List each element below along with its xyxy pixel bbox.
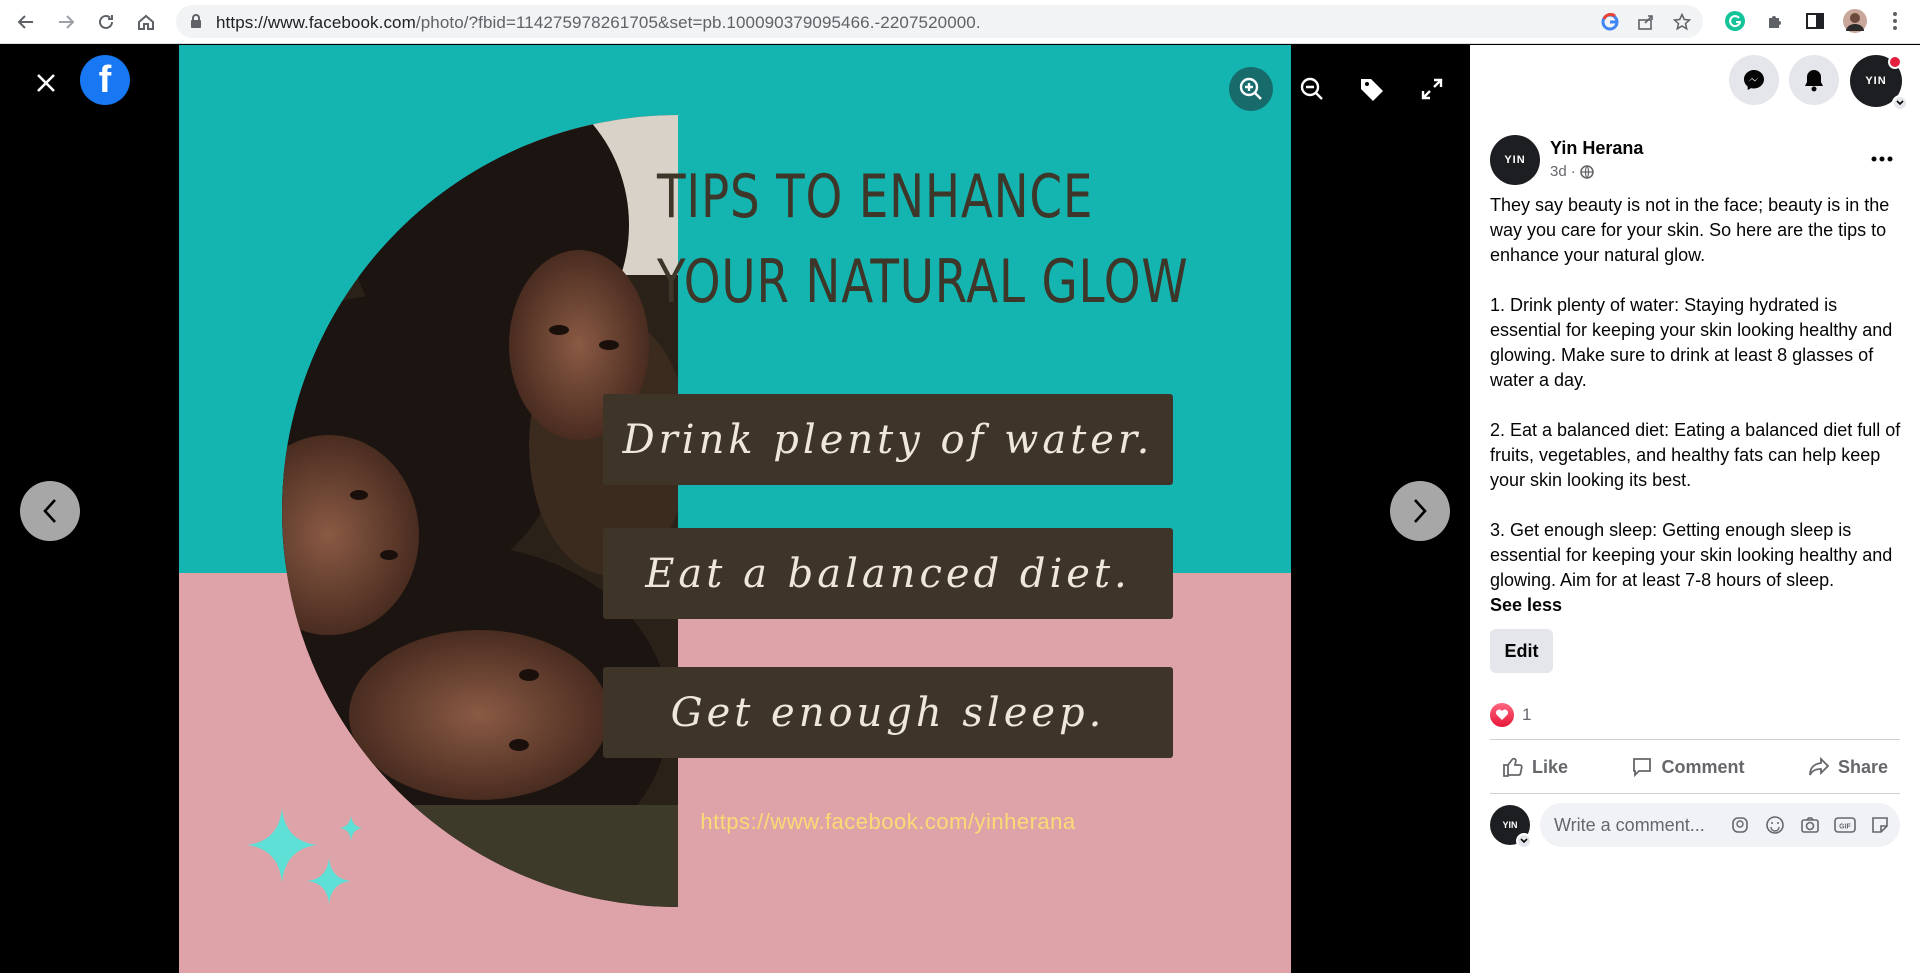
like-button[interactable]: Like bbox=[1490, 747, 1580, 787]
post-photo: TIPS TO ENHANCE YOUR NATURAL GLOW Drink … bbox=[179, 45, 1291, 973]
more-icon bbox=[1871, 156, 1893, 162]
comment-composer: YIN Write a comment... GIF bbox=[1490, 803, 1900, 851]
post-actions: Like Comment Share bbox=[1490, 742, 1900, 792]
address-bar[interactable]: https://www.facebook.com/photo/?fbid=114… bbox=[176, 5, 1703, 38]
comment-label: Comment bbox=[1661, 756, 1745, 777]
see-less-link[interactable]: See less bbox=[1490, 595, 1562, 616]
sticker-icon[interactable] bbox=[1868, 813, 1892, 837]
author-name[interactable]: Yin Herana bbox=[1550, 138, 1643, 159]
reaction-count: 1 bbox=[1522, 705, 1532, 724]
reload-icon[interactable] bbox=[92, 8, 120, 36]
portrait-image bbox=[282, 115, 678, 907]
tip-box-1: Drink plenty of water. bbox=[603, 394, 1173, 485]
meta-separator: · bbox=[1570, 163, 1576, 180]
chevron-left-icon bbox=[43, 499, 56, 523]
post-header: YIN Yin Herana 3d · bbox=[1490, 135, 1900, 191]
next-photo-button[interactable] bbox=[1390, 481, 1450, 541]
post-time[interactable]: 3d bbox=[1550, 163, 1567, 180]
gif-icon[interactable]: GIF bbox=[1833, 813, 1857, 837]
post-body: They say beauty is not in the face; beau… bbox=[1490, 193, 1905, 593]
edit-button[interactable]: Edit bbox=[1490, 629, 1553, 673]
headline-line-2: YOUR NATURAL GLOW bbox=[657, 247, 1189, 317]
share-button[interactable]: Share bbox=[1796, 747, 1900, 787]
messenger-icon bbox=[1744, 70, 1764, 90]
like-label: Like bbox=[1532, 756, 1569, 777]
camera-icon[interactable] bbox=[1798, 813, 1822, 837]
post-details-panel: YIN YIN Yin Herana 3d · They say beauty … bbox=[1470, 45, 1920, 973]
panel-top-bar: YIN bbox=[1470, 45, 1920, 115]
url-host: https://www.facebook.com bbox=[216, 13, 416, 32]
previous-photo-button[interactable] bbox=[20, 481, 80, 541]
forward-icon[interactable] bbox=[52, 8, 80, 36]
divider bbox=[1490, 793, 1900, 794]
close-icon[interactable] bbox=[26, 63, 66, 103]
share-icon bbox=[1809, 756, 1830, 776]
photo-link-text: https://www.facebook.com/yinherana bbox=[700, 809, 1076, 834]
chevron-down-icon[interactable] bbox=[1892, 95, 1908, 111]
comment-placeholder: Write a comment... bbox=[1554, 815, 1705, 835]
post-paragraph: 2. Eat a balanced diet: Eating a balance… bbox=[1490, 420, 1901, 490]
photo-viewer: f TIPS TO ENHANCE YOUR NATURAL GLOW Drin… bbox=[0, 45, 1470, 973]
globe-icon bbox=[1579, 164, 1594, 179]
back-icon[interactable] bbox=[12, 8, 40, 36]
share-page-icon[interactable] bbox=[1635, 11, 1657, 33]
sparkles-decoration bbox=[247, 808, 363, 904]
svg-text:GIF: GIF bbox=[1839, 824, 1851, 831]
comment-input[interactable]: Write a comment... GIF bbox=[1540, 803, 1900, 847]
zoom-out-icon[interactable] bbox=[1290, 67, 1334, 111]
grammarly-icon[interactable] bbox=[1722, 8, 1748, 34]
chevron-down-icon[interactable] bbox=[1516, 833, 1532, 849]
tip-box-2: Eat a balanced diet. bbox=[603, 528, 1173, 619]
chevron-right-icon bbox=[1414, 499, 1427, 523]
bookmark-star-icon[interactable] bbox=[1671, 11, 1693, 33]
tag-icon[interactable] bbox=[1350, 67, 1394, 111]
url-path: /photo/?fbid=114275978261705&set=pb.1000… bbox=[415, 13, 981, 32]
avatar-sticker-icon[interactable] bbox=[1728, 813, 1752, 837]
side-panel-icon[interactable] bbox=[1802, 8, 1828, 34]
post-paragraph: They say beauty is not in the face; beau… bbox=[1490, 195, 1890, 265]
tip-box-3: Get enough sleep. bbox=[603, 667, 1173, 758]
fullscreen-icon[interactable] bbox=[1410, 67, 1454, 111]
facebook-logo-icon[interactable]: f bbox=[80, 55, 130, 105]
zoom-in-icon[interactable] bbox=[1229, 67, 1273, 111]
author-avatar[interactable]: YIN bbox=[1490, 135, 1540, 185]
post-meta: 3d · bbox=[1550, 163, 1594, 180]
comment-button[interactable]: Comment bbox=[1619, 747, 1756, 787]
url-text[interactable]: https://www.facebook.com/photo/?fbid=114… bbox=[216, 13, 981, 33]
profile-avatar-icon[interactable] bbox=[1842, 8, 1868, 34]
share-label: Share bbox=[1837, 756, 1888, 777]
lock-icon bbox=[190, 14, 202, 33]
bell-icon bbox=[1805, 70, 1823, 92]
reactions-summary[interactable]: 1 bbox=[1490, 703, 1531, 727]
google-icon[interactable] bbox=[1599, 11, 1621, 33]
more-options-button[interactable] bbox=[1864, 141, 1900, 177]
notification-dot bbox=[1888, 55, 1902, 69]
chrome-menu-icon[interactable] bbox=[1882, 8, 1908, 34]
comment-icon bbox=[1633, 758, 1652, 778]
divider bbox=[1490, 739, 1900, 740]
photo-headline: TIPS TO ENHANCE YOUR NATURAL GLOW bbox=[657, 155, 1188, 325]
love-reaction-icon bbox=[1490, 703, 1514, 727]
post-paragraph: 3. Get enough sleep: Getting enough slee… bbox=[1490, 520, 1893, 590]
thumbs-up-icon bbox=[1503, 757, 1523, 777]
home-icon[interactable] bbox=[132, 8, 160, 36]
headline-line-1: TIPS TO ENHANCE bbox=[657, 162, 1094, 232]
emoji-icon[interactable] bbox=[1763, 813, 1787, 837]
post-paragraph: 1. Drink plenty of water: Staying hydrat… bbox=[1490, 295, 1893, 390]
notifications-button[interactable] bbox=[1789, 55, 1839, 105]
browser-toolbar: https://www.facebook.com/photo/?fbid=114… bbox=[0, 0, 1920, 44]
messenger-button[interactable] bbox=[1729, 55, 1779, 105]
extensions-icon[interactable] bbox=[1762, 8, 1788, 34]
